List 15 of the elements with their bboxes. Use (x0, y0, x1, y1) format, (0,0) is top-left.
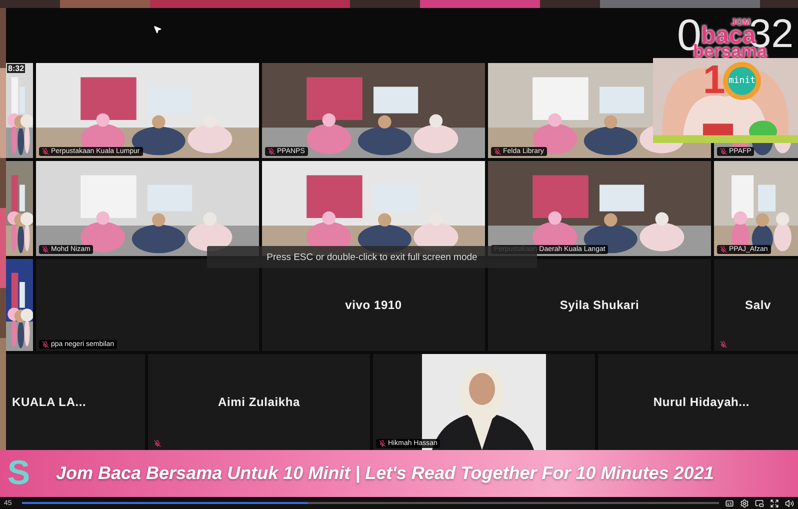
cursor-icon (153, 25, 162, 34)
banner-logo: S (6, 454, 30, 493)
participant-name: Salv (745, 298, 771, 312)
fullscreen-icon[interactable] (770, 498, 779, 508)
participant-name: Nurul Hidayah... (653, 395, 750, 409)
participant-name: vivo 1910 (345, 298, 402, 312)
participant-name: Syila Shukari (560, 298, 640, 312)
participant-name: Aimi Zulaikha (218, 395, 300, 409)
captions-icon[interactable] (725, 498, 734, 508)
participant-name: KUALA LA... (12, 395, 86, 409)
clock-text: 8:32 (7, 64, 26, 73)
miniplayer-icon[interactable] (755, 498, 764, 508)
settings-icon[interactable] (740, 498, 749, 508)
volume-icon[interactable] (785, 498, 794, 508)
banner-title: Jom Baca Bersama Untuk 10 Minit | Let's Read Together For 10 Minutes 2021 (56, 463, 714, 484)
